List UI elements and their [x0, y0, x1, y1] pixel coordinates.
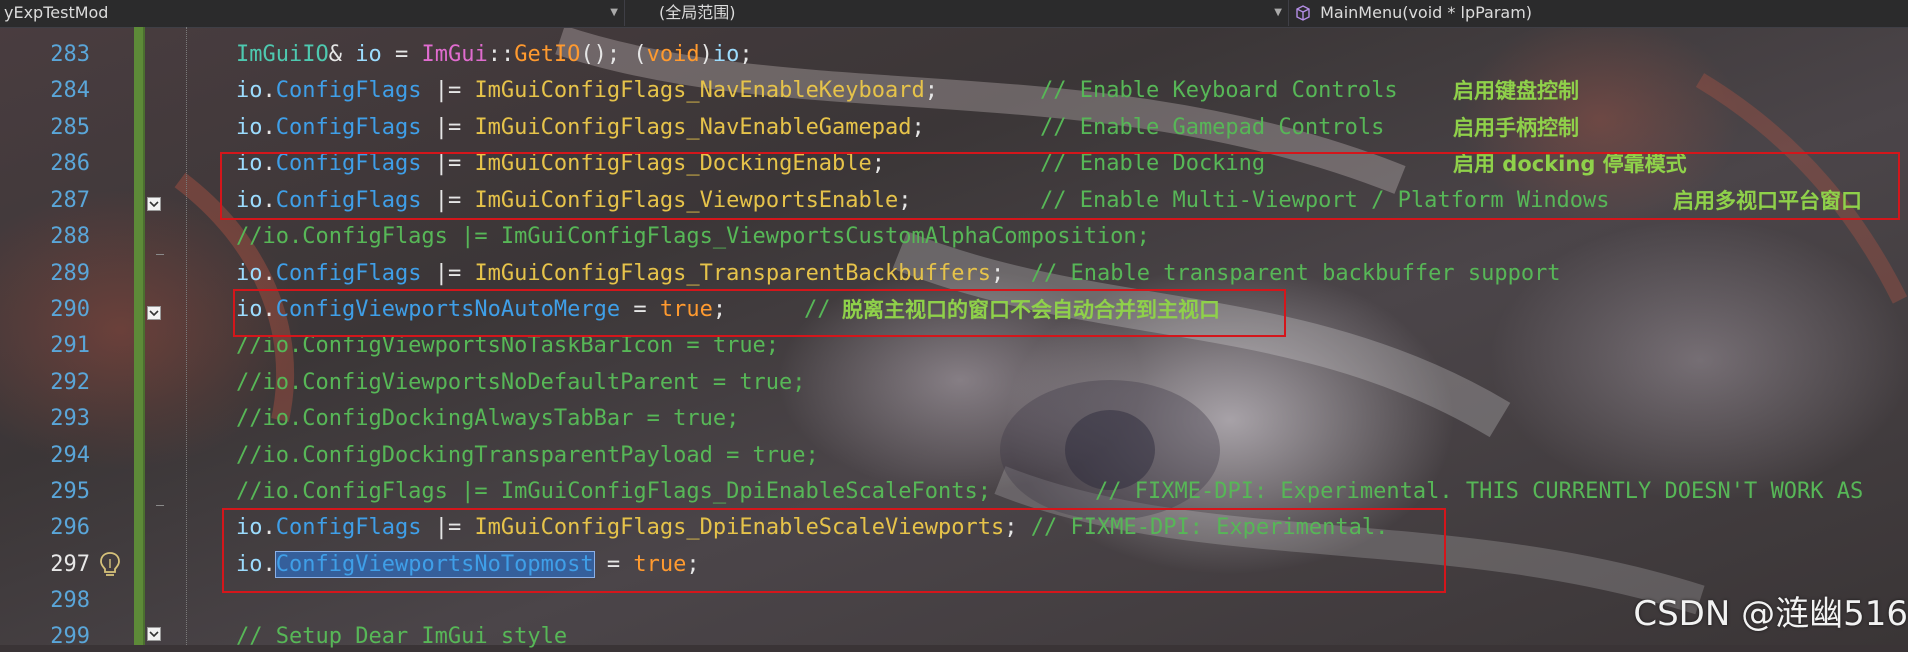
fold-region-end-mark: [156, 505, 164, 506]
code-line-283: ImGuiIO& io = ImGui::GetIO(); (void)io;: [236, 40, 753, 70]
token-punct: ;: [924, 78, 939, 103]
chevron-down-icon[interactable]: ▼: [610, 0, 618, 26]
collapse-icon[interactable]: [147, 627, 161, 641]
code-line-294: //io.ConfigDockingTransparentPayload = t…: [236, 443, 819, 468]
line-number: 288: [50, 224, 90, 249]
chinese-annotation: 启用手柄控制: [1453, 116, 1579, 140]
lightbulb-icon[interactable]: [98, 551, 122, 579]
code-line-289: io.ConfigFlags |= ImGuiConfigFlags_Trans…: [236, 259, 1561, 289]
token-property: ConfigFlags: [275, 115, 422, 140]
code-line-284: io.ConfigFlags |= ImGuiConfigFlags_NavEn…: [236, 76, 938, 106]
token-enum: ImGuiConfigFlags_NavEnableGamepad: [474, 115, 912, 140]
project-dropdown[interactable]: yExpTestMod ▼: [0, 0, 624, 26]
line-number: 290: [50, 297, 90, 322]
token-operator: |=: [421, 115, 475, 140]
comment: // Enable Gamepad Controls: [1040, 115, 1385, 140]
token-punct: ;: [739, 42, 753, 67]
code-line-295: //io.ConfigFlags |= ImGuiConfigFlags_Dpi…: [236, 479, 991, 504]
token-variable: io: [355, 42, 382, 67]
line-number: 284: [50, 78, 90, 103]
highlight-box-dpi-topmost: [222, 508, 1446, 593]
scope-dropdown[interactable]: (全局范围) ▼: [624, 0, 1288, 26]
chevron-down-icon[interactable]: ▼: [1274, 0, 1282, 26]
chinese-annotation: 启用键盘控制: [1453, 79, 1579, 103]
comment: // Enable transparent backbuffer support: [1030, 261, 1561, 286]
line-number: 294: [50, 443, 90, 468]
token-operator: |=: [421, 78, 475, 103]
code-line-292: //io.ConfigViewportsNoDefaultParent = tr…: [236, 370, 806, 395]
line-number: 291: [50, 333, 90, 358]
line-number: 299: [50, 624, 90, 649]
line-number: 286: [50, 151, 90, 176]
token-punct: ): [699, 42, 713, 67]
code-line-288: //io.ConfigFlags |= ImGuiConfigFlags_Vie…: [236, 224, 1150, 249]
collapse-icon[interactable]: [147, 306, 161, 320]
token-punct: (); (: [580, 42, 647, 67]
scope-dropdown-label: (全局范围): [659, 3, 736, 22]
comment: // Enable Keyboard Controls: [1040, 78, 1398, 103]
token-property: ConfigFlags: [275, 78, 422, 103]
line-number: 296: [50, 515, 90, 540]
token-variable: io: [236, 78, 263, 103]
change-tracking-bar-edge: [143, 27, 145, 645]
token-variable: io: [712, 42, 740, 67]
token-property: ConfigFlags: [275, 261, 422, 286]
token-type: ImGuiIO: [236, 42, 329, 67]
token-punct: .: [262, 78, 276, 103]
project-dropdown-label: yExpTestMod: [4, 3, 109, 22]
member-dropdown-label: MainMenu(void * lpParam): [1320, 3, 1533, 22]
highlight-box-no-auto-merge: [233, 289, 1286, 337]
token-punct: ;: [911, 115, 925, 140]
navigation-bar: yExpTestMod ▼ (全局范围) ▼ MainMenu(void * l…: [0, 0, 1908, 28]
token-variable: io: [236, 115, 263, 140]
cube-icon: [1296, 5, 1310, 21]
fold-region-end-mark: [156, 254, 164, 255]
code-line-285: io.ConfigFlags |= ImGuiConfigFlags_NavEn…: [236, 113, 925, 143]
token-variable: io: [236, 261, 263, 286]
line-number: 283: [50, 42, 90, 67]
token-punct: ;: [991, 261, 1005, 286]
comment: [1004, 261, 1031, 286]
token-keyword: void: [646, 42, 700, 67]
token-punct: .: [262, 261, 276, 286]
token-punct: ::: [487, 42, 515, 67]
collapse-icon[interactable]: [147, 197, 161, 211]
highlight-box-docking-viewports: [220, 152, 1900, 220]
line-number: 287: [50, 188, 90, 213]
code-line-293: //io.ConfigDockingAlwaysTabBar = true;: [236, 406, 740, 431]
line-number: 289: [50, 261, 90, 286]
token-operator: |=: [421, 261, 475, 286]
line-number: 285: [50, 115, 90, 140]
token-function: GetIO: [514, 42, 581, 67]
current-line-number: 297: [50, 552, 90, 577]
line-number: 293: [50, 406, 90, 431]
token-operator: =: [381, 42, 422, 67]
line-number: 295: [50, 479, 90, 504]
line-number: 292: [50, 370, 90, 395]
indent-guide: [186, 27, 187, 645]
csdn-watermark: CSDN @涟幽516: [1633, 594, 1908, 634]
token-punct: &: [328, 42, 356, 67]
code-line-299: // Setup Dear ImGui style: [236, 624, 568, 649]
member-dropdown[interactable]: MainMenu(void * lpParam): [1288, 0, 1908, 26]
token-enum: ImGuiConfigFlags_TransparentBackbuffers: [474, 261, 991, 286]
token-namespace: ImGui: [421, 42, 488, 67]
change-tracking-bar: [134, 27, 143, 645]
token-enum: ImGuiConfigFlags_NavEnableKeyboard: [474, 78, 925, 103]
token-punct: .: [262, 115, 276, 140]
comment: // FIXME-DPI: Experimental. THIS CURRENT…: [1095, 479, 1864, 504]
line-number: 298: [50, 588, 90, 613]
